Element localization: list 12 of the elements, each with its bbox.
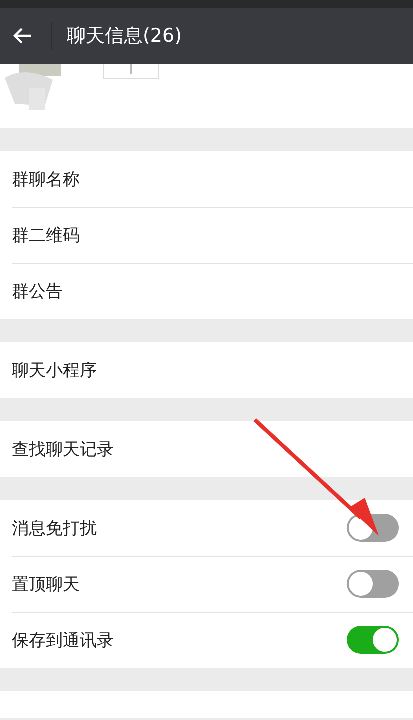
row-label[interactable]: 群二维码 [12,224,80,246]
row-label[interactable]: 群公告 [12,280,63,302]
row-label: 消息免打扰 [12,518,97,540]
add-member-button[interactable] [103,64,159,79]
row-label[interactable]: 聊天小程序 [12,358,97,382]
toggle-switch[interactable] [347,626,399,654]
row-label[interactable]: 查找聊天记录 [12,438,114,460]
row-label: 保存到通讯录 [12,630,114,652]
toggle-switch[interactable] [347,570,399,598]
row-label[interactable]: 群聊名称 [12,168,80,190]
row-label: 置顶聊天 [12,574,80,596]
screen-title: 聊天信息(26) [67,24,182,49]
